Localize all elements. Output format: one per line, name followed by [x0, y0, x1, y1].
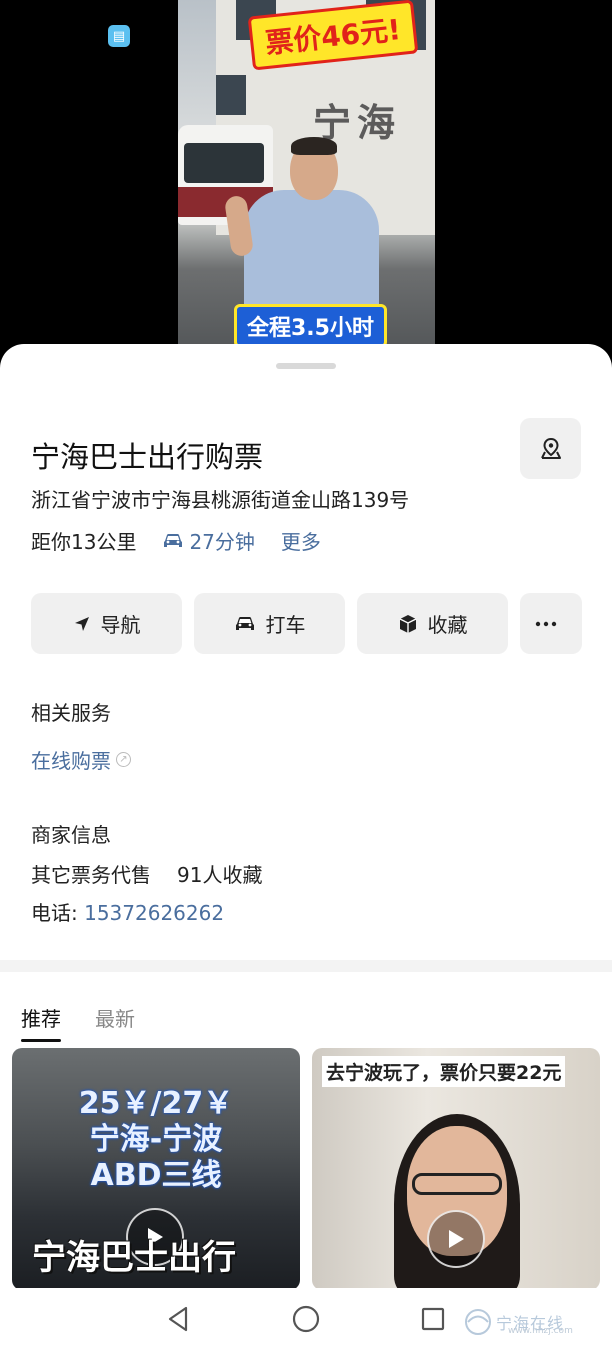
home-button[interactable] [289, 1302, 323, 1336]
phone-number-link[interactable]: 15372626262 [84, 901, 224, 925]
content-tabs: 推荐 最新 [21, 1003, 169, 1042]
card-title-overlay: 宁海巴士出行 [32, 1238, 236, 1278]
place-detail-sheet: 宁海巴士出行购票 浙江省宁波市宁海县桃源街道金山路139号 距你13公里 27分… [0, 344, 612, 1350]
navigate-arrow-icon [74, 616, 89, 631]
more-link[interactable]: 更多 [281, 526, 321, 555]
favorite-button[interactable]: 收藏 [357, 593, 508, 654]
merchant-category: 其它票务代售 [31, 863, 151, 887]
merchant-info-row: 其它票务代售 91人收藏 [31, 859, 262, 888]
phone-label: 电话: [31, 901, 85, 925]
online-ticket-link[interactable]: 在线购票 ↗ [31, 745, 131, 774]
taxi-icon [235, 616, 254, 630]
video-card[interactable]: 25￥/27￥ 宁海-宁波 ABD三线 宁海巴士出行 [12, 1048, 300, 1290]
hero-video[interactable]: 宁海 票价46元! 全程3.5小时 [178, 0, 435, 345]
hero-video-area[interactable]: ▤ 宁海 票价46元! 全程3.5小时 [0, 0, 612, 345]
navigate-button[interactable]: 导航 [31, 593, 182, 654]
app-screen: ▤ 宁海 票价46元! 全程3.5小时 宁海巴士出行购票 浙江省宁波市宁海县桃源… [0, 0, 612, 1350]
action-buttons: 导航 打车 收藏 [31, 593, 582, 654]
duration-banner: 全程3.5小时 [234, 304, 387, 345]
ellipsis-icon [535, 621, 557, 626]
cube-icon [399, 614, 416, 633]
watermark-logo-icon [465, 1309, 491, 1335]
favorite-count: 91人收藏 [177, 863, 263, 887]
card-caption: 去宁波玩了，票价只要22元 [322, 1056, 566, 1087]
map-pin-icon [540, 437, 561, 459]
drive-time: 27分钟 [189, 530, 255, 554]
book-icon[interactable]: ▤ [108, 25, 130, 47]
services-heading: 相关服务 [31, 701, 111, 725]
home-circle-icon [292, 1305, 320, 1333]
place-address: 浙江省宁波市宁海县桃源街道金山路139号 [31, 488, 410, 512]
card-line-text: ABD三线 [90, 1158, 222, 1193]
more-options-button[interactable] [520, 593, 582, 654]
play-icon[interactable] [427, 1210, 485, 1268]
site-watermark: 宁海在线 www.nhzj.com [460, 1302, 600, 1342]
distance-row: 距你13公里 27分钟 更多 [31, 526, 321, 555]
distance-text: 距你13公里 [31, 530, 137, 554]
video-card[interactable]: 去宁波玩了，票价只要22元 [312, 1048, 600, 1290]
back-triangle-icon [168, 1306, 188, 1332]
sheet-drag-handle[interactable] [276, 363, 336, 369]
place-title: 宁海巴士出行购票 [31, 440, 264, 474]
recents-button[interactable] [416, 1302, 450, 1336]
car-icon [164, 533, 183, 547]
section-divider [0, 960, 612, 972]
taxi-button[interactable]: 打车 [194, 593, 345, 654]
phone-row: 电话: 15372626262 [31, 897, 224, 926]
tab-recommended[interactable]: 推荐 [21, 1003, 61, 1042]
recents-square-icon [421, 1307, 445, 1331]
video-card-list: 25￥/27￥ 宁海-宁波 ABD三线 宁海巴士出行 去宁波玩了，票价只要22元 [12, 1048, 600, 1290]
back-button[interactable] [161, 1302, 195, 1336]
tab-latest[interactable]: 最新 [95, 1003, 135, 1042]
drive-time-link[interactable]: 27分钟 [162, 526, 255, 555]
map-location-button[interactable] [520, 418, 581, 479]
external-link-icon: ↗ [116, 752, 131, 767]
merchant-heading: 商家信息 [31, 823, 111, 847]
